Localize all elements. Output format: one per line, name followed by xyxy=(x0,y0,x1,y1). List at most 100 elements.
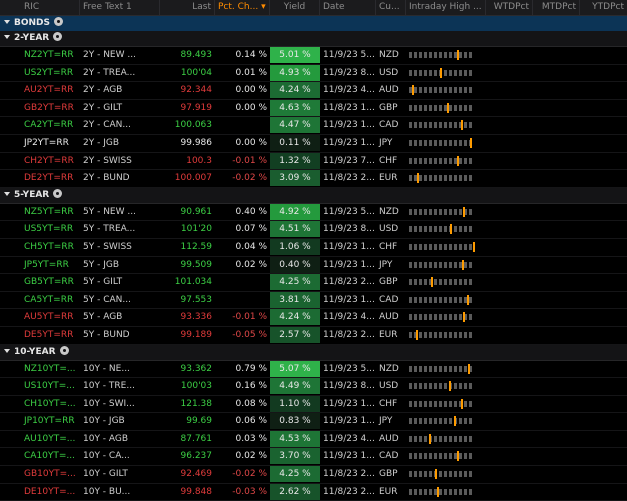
range-tick xyxy=(439,226,442,233)
ric-cell[interactable]: NZ5YT=RR xyxy=(0,204,80,220)
table-row[interactable]: AU2YT=RR 2Y - AGB 92.344 0.00 % 4.24 % 1… xyxy=(0,82,627,100)
table-row[interactable]: DE5YT=RR 5Y - BUND 99.189 -0.05 % 2.57 %… xyxy=(0,326,627,345)
section-header[interactable]: 2-YEAR xyxy=(0,31,627,47)
ric-cell[interactable]: JP2YT=RR xyxy=(0,135,80,151)
ric-cell[interactable]: US2YT=RR xyxy=(0,65,80,81)
free-text-cell: 5Y - BUND xyxy=(83,329,130,340)
section-header[interactable]: 5-YEAR xyxy=(0,187,627,204)
col-yield[interactable]: Yield xyxy=(270,0,320,15)
ric-cell[interactable]: CA2YT=RR xyxy=(0,117,80,133)
range-tick xyxy=(409,243,412,250)
ric-cell[interactable]: US5YT=RR xyxy=(0,221,80,237)
gear-icon[interactable] xyxy=(53,32,63,41)
range-tick xyxy=(424,261,427,268)
free-text-cell: 10Y - JGB xyxy=(83,416,125,427)
table-row[interactable]: GB2YT=RR 2Y - GILT 97.919 0.00 % 4.63 % … xyxy=(0,99,627,118)
currency-cell: USD xyxy=(379,381,399,392)
table-row[interactable]: NZ10YT=... 10Y - NE... 93.362 0.79 % 5.0… xyxy=(0,360,627,379)
col-wtd[interactable]: WTDPct xyxy=(486,0,533,15)
range-tick xyxy=(454,122,457,129)
ric-cell[interactable]: CH5YT=RR xyxy=(0,239,80,255)
section-header[interactable]: 10-YEAR xyxy=(0,344,627,361)
ric-cell[interactable]: AU5YT=RR xyxy=(0,309,80,325)
col-last[interactable]: Last xyxy=(160,0,215,15)
col-intraday[interactable]: Intraday High ... xyxy=(406,0,486,15)
ric-cell[interactable]: DE2YT=RR xyxy=(0,170,80,186)
ric-cell[interactable]: US10YT=... xyxy=(0,378,80,394)
col-date[interactable]: Date xyxy=(320,0,376,15)
ric-cell[interactable]: CA5YT=RR xyxy=(0,292,80,308)
col-free-text[interactable]: Free Text 1 xyxy=(80,0,160,15)
table-row[interactable]: CH5YT=RR 5Y - SWISS 112.59 0.04 % 1.06 %… xyxy=(0,238,627,257)
ric-cell[interactable]: DE10YT=... xyxy=(0,484,80,500)
ric-cell[interactable]: AU10YT=... xyxy=(0,431,80,447)
ric-cell[interactable]: DE5YT=RR xyxy=(0,327,80,343)
bonds-group-header[interactable]: BONDS xyxy=(0,16,627,31)
table-row[interactable]: AU10YT=... 10Y - AGB 87.761 0.03 % 4.53 … xyxy=(0,430,627,449)
col-ytd[interactable]: YTDPct xyxy=(580,0,627,15)
gear-icon[interactable] xyxy=(53,188,63,198)
table-row[interactable]: CH10YT=... 10Y - SWI... 121.38 0.08 % 1.… xyxy=(0,395,627,414)
range-tick xyxy=(454,87,457,94)
table-row[interactable]: AU5YT=RR 5Y - AGB 93.336 -0.01 % 4.24 % … xyxy=(0,309,627,327)
table-row[interactable]: GB10YT=... 10Y - GILT 92.469 -0.02 % 4.2… xyxy=(0,466,627,484)
table-row[interactable]: JP5YT=RR 5Y - JGB 99.509 0.02 % 0.40 % 1… xyxy=(0,256,627,275)
col-pct-change[interactable]: Pct. Ch... ▾ xyxy=(215,0,270,15)
range-tick xyxy=(449,104,452,111)
ric-cell[interactable]: CH2YT=RR xyxy=(0,153,80,169)
range-tick xyxy=(469,175,472,182)
intraday-range-bar xyxy=(406,257,486,273)
ric-cell[interactable]: JP10YT=RR xyxy=(0,413,80,429)
ric-cell[interactable]: NZ2YT=RR xyxy=(0,47,80,63)
table-row[interactable]: NZ2YT=RR 2Y - NEW ... 89.493 0.14 % 5.01… xyxy=(0,47,627,65)
range-tick xyxy=(439,208,442,215)
gear-icon[interactable] xyxy=(54,17,63,26)
range-tick xyxy=(434,383,437,390)
table-row[interactable]: DE10YT=... 10Y - BU... 99.848 -0.03 % 2.… xyxy=(0,483,627,501)
free-text-cell: 2Y - BUND xyxy=(83,173,130,184)
table-row[interactable]: US10YT=... 10Y - TRE... 100'03 0.16 % 4.… xyxy=(0,378,627,396)
ric-cell[interactable]: CA10YT=... xyxy=(0,448,80,464)
date-cell: 11/8/23 2... xyxy=(323,173,375,184)
table-row[interactable]: DE2YT=RR 2Y - BUND 100.007 -0.02 % 3.09 … xyxy=(0,170,627,188)
table-row[interactable]: JP2YT=RR 2Y - JGB 99.986 0.00 % 0.11 % 1… xyxy=(0,134,627,153)
table-row[interactable]: NZ5YT=RR 5Y - NEW ... 90.961 0.40 % 4.92… xyxy=(0,203,627,222)
ric-cell[interactable]: GB5YT=RR xyxy=(0,274,80,290)
period-cells xyxy=(486,466,627,482)
col-mtd[interactable]: MTDPct xyxy=(533,0,580,15)
ric-cell[interactable]: JP5YT=RR xyxy=(0,257,80,273)
table-row[interactable]: US2YT=RR 2Y - TREA... 100'04 0.01 % 4.93… xyxy=(0,64,627,83)
table-row[interactable]: US5YT=RR 5Y - TREA... 101'20 0.07 % 4.51… xyxy=(0,221,627,239)
range-tick xyxy=(429,139,432,146)
ric-cell[interactable]: GB2YT=RR xyxy=(0,100,80,116)
date-cell: 11/9/23 8... xyxy=(323,224,375,235)
free-text-cell: 10Y - CA... xyxy=(83,451,130,462)
table-row[interactable]: CA10YT=... 10Y - CA... 96.237 0.02 % 3.7… xyxy=(0,448,627,467)
period-cells xyxy=(486,378,627,394)
last-cell: 93.362 xyxy=(180,363,213,374)
range-tick xyxy=(464,383,467,390)
col-ric[interactable]: RIC xyxy=(0,0,80,15)
gear-icon[interactable] xyxy=(59,345,69,355)
table-row[interactable]: CH2YT=RR 2Y - SWISS 100.3 -0.01 % 1.32 %… xyxy=(0,152,627,171)
table-row[interactable]: CA2YT=RR 2Y - CAN... 100.063 4.47 % 11/9… xyxy=(0,117,627,135)
bond-grid: 2-YEAR NZ2YT=RR 2Y - NEW ... 89.493 0.14… xyxy=(0,31,627,501)
range-tick xyxy=(414,471,417,478)
free-text-cell: 2Y - AGB xyxy=(83,85,123,96)
ric-cell[interactable]: CH10YT=... xyxy=(0,396,80,412)
table-row[interactable]: GB5YT=RR 5Y - GILT 101.034 4.25 % 11/8/2… xyxy=(0,274,627,292)
table-row[interactable]: CA5YT=RR 5Y - CAN... 97.553 3.81 % 11/9/… xyxy=(0,291,627,310)
range-tick xyxy=(439,296,442,303)
range-tick xyxy=(469,243,472,250)
range-tick xyxy=(429,104,432,111)
last-cell: 87.761 xyxy=(180,433,213,444)
range-tick xyxy=(434,52,437,58)
col-currency[interactable]: Cu... xyxy=(376,0,406,15)
range-tick xyxy=(469,418,472,425)
intraday-marker xyxy=(415,329,418,340)
ric-cell[interactable]: NZ10YT=... xyxy=(0,361,80,377)
ric-cell[interactable]: AU2YT=RR xyxy=(0,82,80,98)
table-row[interactable]: JP10YT=RR 10Y - JGB 99.69 0.06 % 0.83 % … xyxy=(0,413,627,431)
range-tick xyxy=(414,400,417,407)
ric-cell[interactable]: GB10YT=... xyxy=(0,466,80,482)
